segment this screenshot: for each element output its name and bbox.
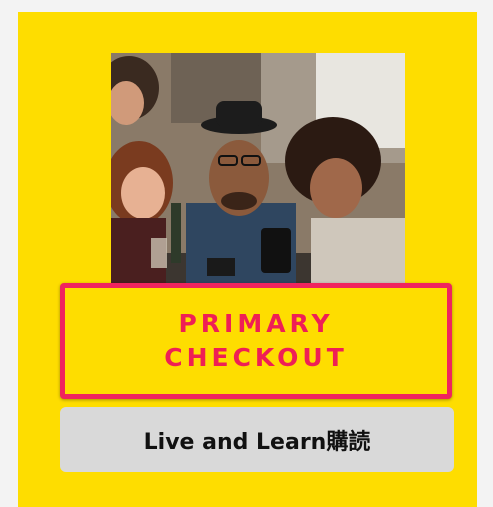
friends-photo-illustration (111, 53, 405, 290)
promo-card: PRIMARY CHECKOUT Live and Learn購読 (18, 12, 477, 507)
live-and-learn-subscribe-button[interactable]: Live and Learn購読 (60, 407, 454, 472)
primary-checkout-button[interactable]: PRIMARY CHECKOUT (60, 283, 452, 399)
promo-photo (111, 53, 405, 290)
subscribe-button-label: Live and Learn購読 (143, 429, 371, 455)
checkout-button-line2: CHECKOUT (164, 343, 348, 372)
checkout-button-line1: PRIMARY (178, 309, 334, 338)
